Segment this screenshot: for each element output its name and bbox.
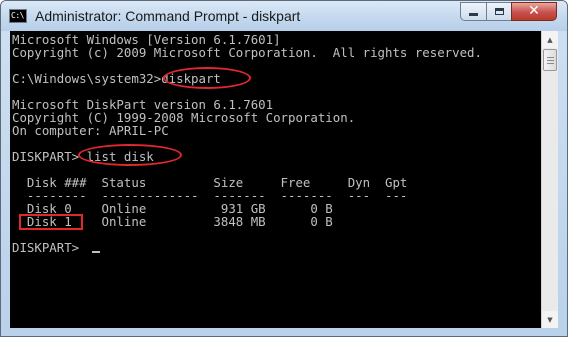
command-prompt-window: C:\ Administrator: Command Prompt - disk…	[0, 0, 568, 337]
cmd-icon[interactable]: C:\	[9, 9, 27, 23]
arrow-down-icon: ▼	[547, 315, 553, 324]
console-output[interactable]: Microsoft Windows [Version 6.1.7601] Cop…	[10, 31, 541, 328]
scroll-up-button[interactable]: ▲	[542, 31, 558, 48]
close-icon: ✕	[528, 3, 540, 19]
grip-line	[547, 60, 554, 61]
window-title: Administrator: Command Prompt - diskpart	[35, 8, 301, 24]
console-line-computer: On computer: APRIL-PC	[12, 123, 169, 138]
cmd-icon-glyph: C:\	[11, 11, 24, 20]
disk-1-highlight-box	[19, 214, 83, 230]
maximize-button[interactable]	[486, 2, 512, 21]
text-cursor	[92, 251, 100, 253]
minimize-icon	[469, 13, 478, 16]
list-disk-highlight-oval	[78, 144, 182, 166]
grip-line	[547, 63, 554, 64]
scrollbar-thumb[interactable]	[543, 49, 557, 71]
scroll-down-button[interactable]: ▼	[542, 311, 558, 328]
maximize-icon	[494, 8, 504, 15]
grip-line	[547, 57, 554, 58]
diskpart-highlight-oval	[163, 67, 251, 89]
console-line-prompt: DISKPART>	[12, 240, 87, 255]
vertical-scrollbar[interactable]: ▲ ▼	[541, 31, 558, 328]
arrow-up-icon: ▲	[547, 35, 553, 44]
close-button[interactable]: ✕	[511, 2, 557, 21]
minimize-button[interactable]	[460, 2, 487, 21]
title-bar[interactable]: C:\ Administrator: Command Prompt - disk…	[1, 1, 567, 31]
console-line-copyright: Copyright (c) 2009 Microsoft Corporation…	[12, 45, 482, 60]
